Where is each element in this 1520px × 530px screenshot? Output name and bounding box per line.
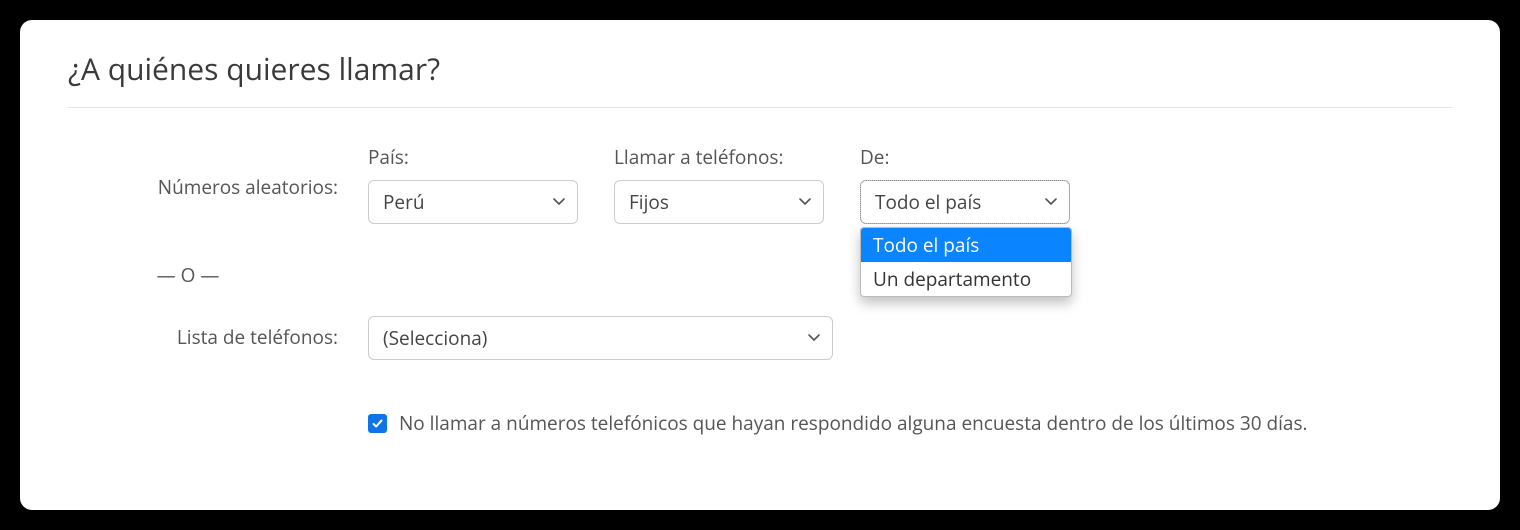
chevron-down-icon xyxy=(1043,189,1059,215)
fields-col: País: Perú Llamar a teléfonos: Fijos xyxy=(368,144,1070,224)
phone-list-select-value: (Selecciona) xyxy=(383,325,487,351)
page-title: ¿A quiénes quieres llamar? xyxy=(68,48,1452,108)
phone-list-select[interactable]: (Selecciona) xyxy=(368,316,833,360)
call-phones-label: Llamar a teléfonos: xyxy=(614,144,824,170)
form-card: ¿A quiénes quieres llamar? Números aleat… xyxy=(20,20,1500,510)
no-call-checkbox[interactable] xyxy=(368,414,387,433)
country-label: País: xyxy=(368,144,578,170)
phone-list-label: Lista de teléfonos: xyxy=(68,316,368,350)
country-field-group: País: Perú xyxy=(368,144,578,224)
from-option-1[interactable]: Un departamento xyxy=(861,262,1071,296)
from-option-0[interactable]: Todo el país xyxy=(861,228,1071,262)
from-field-group: De: Todo el país Todo el país Un departa… xyxy=(860,144,1070,224)
chevron-down-icon xyxy=(797,189,813,215)
check-icon xyxy=(371,417,384,430)
no-call-checkbox-label: No llamar a números telefónicos que haya… xyxy=(399,410,1308,436)
country-select-value: Perú xyxy=(383,189,425,215)
chevron-down-icon xyxy=(806,325,822,351)
call-phones-field-group: Llamar a teléfonos: Fijos xyxy=(614,144,824,224)
random-numbers-row: Números aleatorios: País: Perú Llamar a … xyxy=(68,144,1452,224)
from-select[interactable]: Todo el país Todo el país Un departament… xyxy=(860,180,1070,224)
checkbox-row: No llamar a números telefónicos que haya… xyxy=(368,410,1452,436)
from-label: De: xyxy=(860,144,1070,170)
call-phones-select[interactable]: Fijos xyxy=(614,180,824,224)
from-dropdown: Todo el país Un departamento xyxy=(860,227,1072,297)
fields-col-2: (Selecciona) xyxy=(368,316,833,360)
country-select[interactable]: Perú xyxy=(368,180,578,224)
or-separator: — O — xyxy=(68,234,368,316)
call-phones-select-value: Fijos xyxy=(629,189,669,215)
chevron-down-icon xyxy=(551,189,567,215)
phone-list-row: Lista de teléfonos: (Selecciona) xyxy=(68,316,1452,360)
from-select-value: Todo el país xyxy=(875,189,981,215)
random-numbers-label: Números aleatorios: xyxy=(68,144,368,200)
